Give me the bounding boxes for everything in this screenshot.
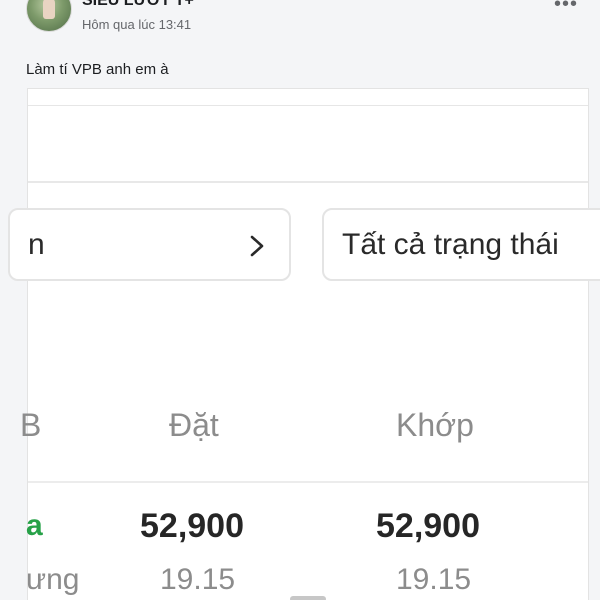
order-status-label: ưng <box>26 563 80 596</box>
post-text: Làm tí VPB anh em à <box>26 61 169 78</box>
matched-price: 52,900 <box>376 507 480 545</box>
order-side-label: a <box>26 509 43 542</box>
filter-left-label: n <box>28 228 45 261</box>
facebook-post: SIÊU LƯỚT T+ Hôm qua lúc 13:41 ••• Làm t… <box>0 0 600 600</box>
divider <box>28 105 588 106</box>
author-avatar[interactable] <box>26 0 72 32</box>
column-header-left: B <box>20 407 42 443</box>
chevron-right-icon <box>250 235 264 257</box>
row-divider <box>28 481 588 483</box>
order-quantity: 19.15 <box>160 563 236 596</box>
divider <box>28 181 588 183</box>
scroll-handle <box>290 596 326 600</box>
column-header-khop: Khớp <box>396 407 474 443</box>
attached-screenshot[interactable]: n Tất cả trạng thái B Đặt Khớp a 52,900 … <box>8 88 600 600</box>
column-header-dat: Đặt <box>169 407 219 443</box>
matched-quantity: 19.15 <box>396 563 472 596</box>
order-price: 52,900 <box>140 507 244 545</box>
more-horizontal-icon[interactable]: ••• <box>552 0 580 14</box>
filter-status-label: Tất cả trạng thái <box>342 228 559 261</box>
post-author-name[interactable]: SIÊU LƯỚT T+ <box>82 0 194 10</box>
post-timestamp[interactable]: Hôm qua lúc 13:41 <box>82 17 191 32</box>
avatar-figure <box>43 0 55 19</box>
